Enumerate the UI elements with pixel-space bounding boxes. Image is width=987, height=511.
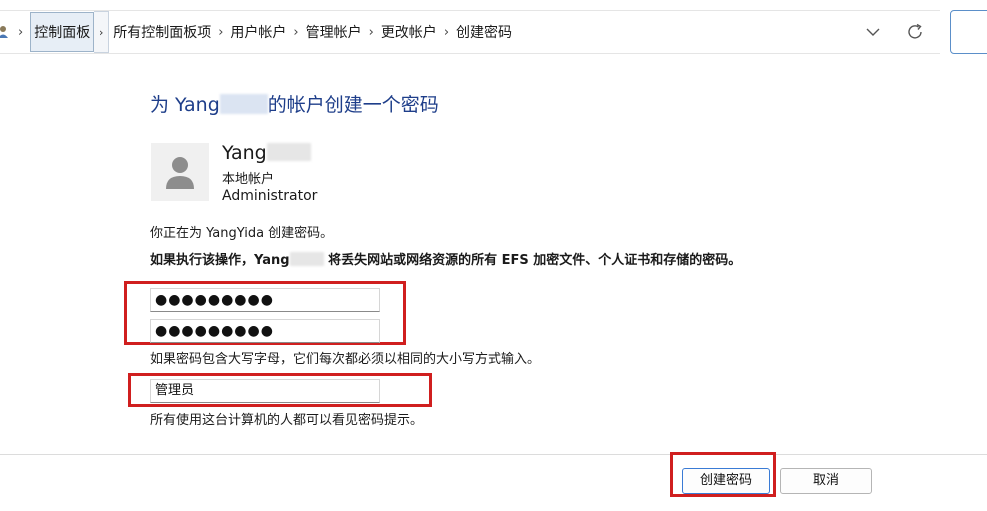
redacted-name bbox=[289, 252, 324, 266]
creating-message: 你正在为 YangYida 创建密码。 bbox=[150, 226, 334, 241]
case-note: 如果密码包含大写字母，它们每次都必须以相同的大小写方式输入。 bbox=[150, 352, 541, 367]
create-password-button[interactable]: 创建密码 bbox=[682, 468, 770, 494]
confirm-password-field[interactable]: ●●●●●●●●● bbox=[150, 319, 380, 343]
page-title: 为 Yang 的帐户创建一个密码 bbox=[150, 94, 439, 116]
chevron-right-icon: › bbox=[443, 24, 450, 40]
breadcrumb-create-password[interactable]: 创建密码 bbox=[456, 22, 512, 42]
warning-message: 如果执行该操作，Yang 将丢失网站或网络资源的所有 EFS 加密文件、个人证书… bbox=[150, 252, 742, 268]
account-type: 本地帐户 bbox=[222, 172, 275, 187]
account-name: Yang bbox=[222, 142, 311, 164]
address-bar: › 控制面板 › 所有控制面板项 › 用户帐户 › 管理帐户 › 更改帐户 › … bbox=[0, 10, 940, 54]
chevron-right-icon[interactable]: › bbox=[94, 11, 110, 53]
breadcrumb-control-panel[interactable]: 控制面板 bbox=[30, 12, 95, 52]
password-hint-field[interactable]: 管理员 bbox=[150, 379, 380, 403]
refresh-icon[interactable] bbox=[904, 21, 926, 43]
redacted-name bbox=[266, 143, 311, 161]
divider bbox=[0, 454, 987, 455]
account-role: Administrator bbox=[222, 188, 318, 204]
hint-note: 所有使用这台计算机的人都可以看见密码提示。 bbox=[150, 413, 424, 428]
new-password-field[interactable]: ●●●●●●●●● bbox=[150, 288, 380, 312]
chevron-right-icon: › bbox=[218, 24, 224, 40]
breadcrumb-change-account[interactable]: 更改帐户 bbox=[381, 22, 437, 42]
chevron-right-icon: › bbox=[18, 24, 24, 40]
chevron-right-icon: › bbox=[293, 24, 299, 40]
chevron-down-icon[interactable] bbox=[862, 21, 884, 43]
breadcrumb-all-items[interactable]: 所有控制面板项 bbox=[113, 22, 211, 42]
search-input[interactable] bbox=[950, 10, 987, 54]
redacted-name bbox=[219, 94, 268, 114]
cancel-button[interactable]: 取消 bbox=[780, 468, 872, 494]
breadcrumb-user-accounts[interactable]: 用户帐户 bbox=[230, 22, 286, 42]
avatar bbox=[151, 143, 209, 201]
chevron-right-icon: › bbox=[368, 24, 374, 40]
breadcrumb: › 控制面板 › 所有控制面板项 › 用户帐户 › 管理帐户 › 更改帐户 › … bbox=[0, 11, 512, 53]
breadcrumb-manage-accounts[interactable]: 管理帐户 bbox=[306, 22, 362, 42]
